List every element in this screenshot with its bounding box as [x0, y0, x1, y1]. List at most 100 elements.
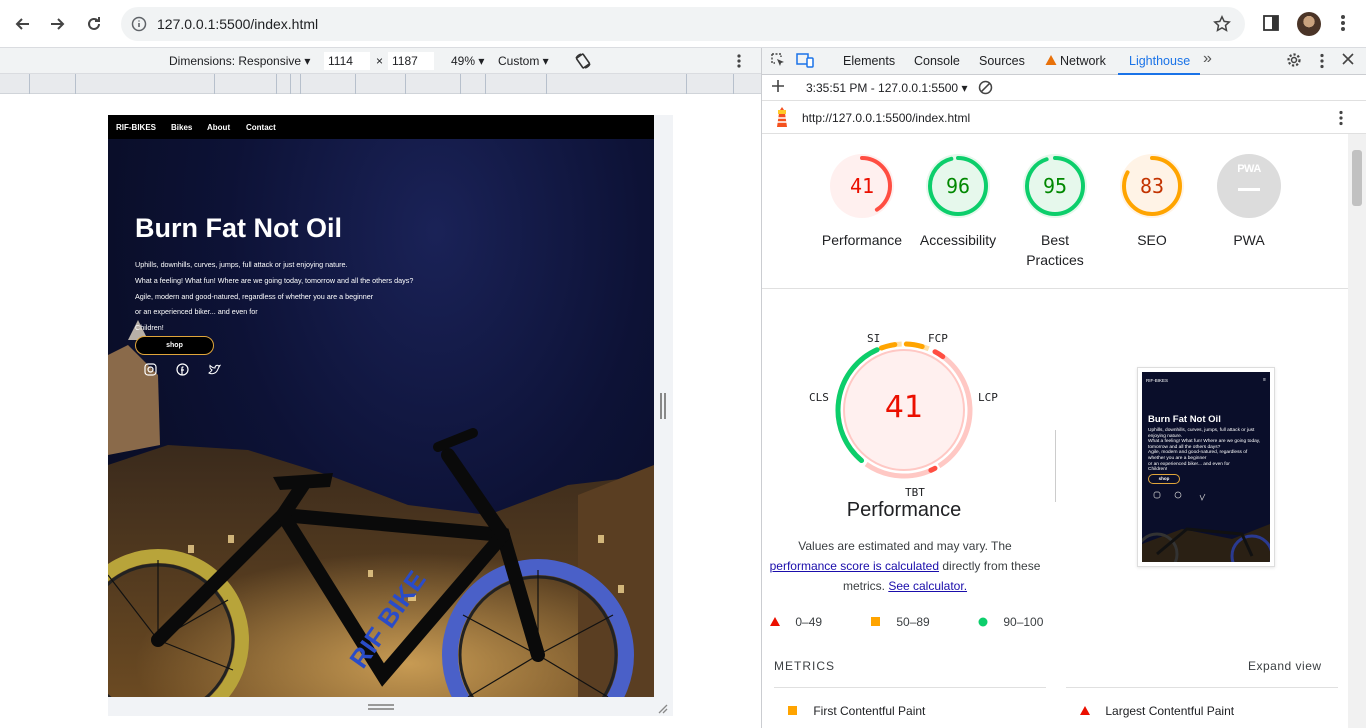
zoom-dropdown[interactable]: 49% ▾ [451, 54, 484, 68]
lighthouse-logo-icon [773, 107, 791, 132]
back-arrow-icon[interactable] [10, 12, 34, 36]
tab-sources[interactable]: Sources [979, 54, 1025, 68]
metrics-divider [1066, 687, 1338, 688]
report-scrollbar[interactable] [1348, 134, 1366, 728]
orange-square-icon [871, 617, 880, 626]
throttle-dropdown[interactable]: Custom ▾ [498, 54, 549, 68]
gauge-accessibility[interactable]: 96 Accessibility [908, 154, 1008, 250]
facebook-icon[interactable] [176, 363, 190, 377]
orange-square-icon [788, 706, 797, 715]
bookmark-star-icon[interactable] [1213, 15, 1231, 38]
site-brand[interactable]: RIF-BIKES [116, 123, 156, 132]
height-input[interactable]: 1187 [388, 52, 434, 70]
more-tabs-icon[interactable]: » [1203, 50, 1212, 68]
see-calculator-link[interactable]: See calculator. [888, 579, 967, 593]
thumb-shop-button: shop [1148, 474, 1180, 484]
red-triangle-icon [1080, 706, 1090, 715]
profile-avatar[interactable] [1297, 12, 1321, 36]
height-resize-handle[interactable] [368, 704, 394, 710]
gauge-seo[interactable]: 83 SEO [1102, 154, 1202, 250]
shop-button[interactable]: shop [135, 336, 214, 355]
metric-label-tbt: TBT [905, 486, 925, 499]
gauge-label: PWA [1233, 232, 1265, 248]
arc-lcp [932, 349, 946, 360]
metric-label-si: SI [867, 332, 881, 345]
tab-elements[interactable]: Elements [843, 54, 895, 68]
score-value: 96 [945, 174, 971, 198]
green-circle-icon [978, 617, 988, 627]
metric-row-fcp[interactable]: First Contentful Paint [788, 704, 925, 718]
side-panel-icon[interactable] [1262, 14, 1280, 37]
hero-heading: Burn Fat Not Oil [135, 213, 342, 243]
lighthouse-toolbar: 3:35:51 PM - 127.0.0.1:5500 ▾ [762, 75, 1366, 101]
red-triangle-icon [770, 617, 780, 626]
arc-fcp [903, 341, 925, 350]
rotate-icon[interactable] [574, 52, 592, 73]
score-calculated-link[interactable]: performance score is calculated [770, 559, 939, 573]
browser-menu-icon[interactable] [1340, 14, 1346, 37]
url-text[interactable]: 127.0.0.1:5500/index.html [157, 16, 318, 32]
score-value: 41 [849, 174, 875, 198]
clear-reports-icon[interactable] [978, 80, 993, 98]
report-menu-icon[interactable] [1338, 110, 1344, 129]
tab-lighthouse[interactable]: Lighthouse [1129, 54, 1190, 68]
corner-resize-icon[interactable] [656, 701, 668, 714]
close-devtools-icon[interactable] [1342, 53, 1354, 68]
gauge-performance[interactable]: 41 Performance [812, 154, 912, 250]
pwa-badge-text: PWA [1237, 163, 1261, 175]
gauge-best-practices[interactable]: 95 Best Practices [1005, 154, 1105, 270]
legend-average: 50–89 [871, 615, 930, 629]
gauge-label: Accessibility [919, 232, 997, 248]
inspect-element-icon[interactable] [770, 52, 786, 71]
metric-label-fcp: FCP [928, 332, 948, 345]
warning-icon [1045, 54, 1057, 69]
thumb-menu-icon: ≡ [1263, 377, 1266, 383]
twitter-icon[interactable] [208, 363, 222, 377]
hero-text-line: Children! [135, 323, 164, 332]
performance-description: Values are estimated and may vary. The p… [769, 539, 1041, 593]
device-toggle-icon[interactable] [796, 52, 814, 71]
report-url[interactable]: http://127.0.0.1:5500/index.html [802, 111, 970, 125]
nav-link-contact[interactable]: Contact [246, 123, 276, 132]
forward-arrow-icon[interactable] [46, 12, 70, 36]
performance-title: Performance [846, 499, 962, 521]
gauge-pwa[interactable]: PWA PWA [1199, 154, 1299, 250]
metric-label-lcp: LCP [978, 391, 998, 404]
tab-network[interactable]: Network [1060, 54, 1106, 68]
thumb-brand: RIF-BIKES [1146, 378, 1169, 383]
report-url-bar: http://127.0.0.1:5500/index.html [762, 101, 1366, 134]
final-screenshot-thumbnail[interactable]: RIF-BIKES ≡ Burn Fat Not Oil Uphills, do… [1137, 367, 1275, 567]
metric-row-lcp[interactable]: Largest Contentful Paint [1080, 704, 1234, 718]
settings-gear-icon[interactable] [1286, 52, 1302, 71]
tab-console[interactable]: Console [914, 54, 960, 68]
metrics-divider [774, 687, 1046, 688]
device-toolbar-menu-icon[interactable] [736, 53, 742, 72]
lighthouse-report: 41 Performance 96 Accessibility 95 Best P… [762, 134, 1348, 728]
dimensions-dropdown[interactable]: Dimensions: Responsive ▾ [169, 54, 310, 68]
section-divider [762, 288, 1348, 289]
hero-text-line: What a feeling! What fun! Where are we g… [135, 276, 414, 285]
width-input[interactable]: 1114 [324, 52, 370, 70]
nav-link-about[interactable]: About [207, 123, 230, 132]
nav-link-bikes[interactable]: Bikes [171, 123, 192, 132]
expand-view-button[interactable]: Expand view [1248, 659, 1322, 673]
report-selector[interactable]: 3:35:51 PM - 127.0.0.1:5500 ▾ [806, 81, 967, 95]
legend-fail: 0–49 [770, 615, 822, 629]
gauge-label: Performance [821, 232, 903, 248]
hero-text-line: or an experienced biker... and even for [135, 307, 258, 316]
performance-score-big: 41 [884, 390, 924, 425]
address-bar[interactable]: 127.0.0.1:5500/index.html [121, 7, 1245, 41]
devtools-menu-icon[interactable] [1319, 53, 1325, 72]
media-query-ruler[interactable] [0, 74, 761, 94]
times-sign: × [376, 54, 384, 68]
report-scrollbar-thumb[interactable] [1352, 150, 1362, 206]
width-resize-handle[interactable] [660, 393, 666, 419]
score-value: 83 [1139, 174, 1165, 198]
browser-toolbar: 127.0.0.1:5500/index.html [0, 0, 1366, 48]
new-report-plus-icon[interactable] [771, 79, 785, 96]
site-info-icon[interactable] [131, 16, 147, 37]
hero-text-line: Uphills, downhills, curves, jumps, full … [135, 260, 348, 269]
gauge-label: SEO [1137, 232, 1167, 248]
reload-icon[interactable] [82, 12, 106, 36]
instagram-icon[interactable] [144, 363, 158, 377]
